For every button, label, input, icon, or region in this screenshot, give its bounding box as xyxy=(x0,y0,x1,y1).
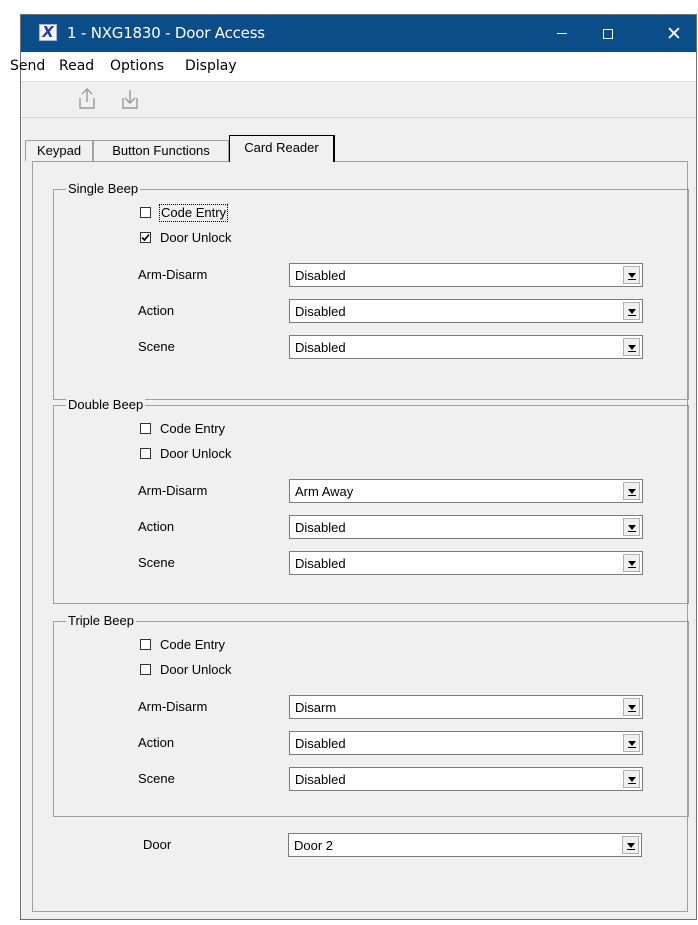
scene-select[interactable]: Disabled xyxy=(289,551,643,575)
group-title: Double Beep xyxy=(66,397,146,413)
arm-disarm-label: Arm-Disarm xyxy=(138,699,208,714)
arm-disarm-select[interactable]: Arm Away xyxy=(289,479,643,503)
action-select[interactable]: Disabled xyxy=(289,731,643,755)
action-select[interactable]: Disabled xyxy=(289,299,643,323)
tab-strip: Keypad Button Functions Card Reader xyxy=(21,115,696,162)
scene-label: Scene xyxy=(138,555,175,570)
checkbox-box[interactable] xyxy=(140,639,151,650)
checkmark-icon xyxy=(141,233,150,242)
menu-send[interactable]: Send xyxy=(10,58,45,74)
action-select[interactable]: Disabled xyxy=(289,515,643,539)
action-label: Action xyxy=(138,735,175,750)
dropdown-arrow-icon[interactable] xyxy=(623,734,640,752)
select-value: Disarm xyxy=(295,700,337,715)
menu-display[interactable]: Display xyxy=(185,58,237,74)
tab-keypad[interactable]: Keypad xyxy=(25,140,93,161)
window-title: 1 - NXG1830 - Door Access xyxy=(67,24,265,42)
checkbox-label: Door Unlock xyxy=(160,662,232,677)
dropdown-arrow-icon[interactable] xyxy=(623,770,640,788)
dropdown-arrow-icon[interactable] xyxy=(623,482,640,500)
door-select[interactable]: Door 2 xyxy=(288,833,642,857)
dropdown-arrow-icon[interactable] xyxy=(622,836,639,854)
tab-card-reader[interactable]: Card Reader xyxy=(229,135,335,162)
arm-disarm-select[interactable]: Disarm xyxy=(289,695,643,719)
dropdown-arrow-icon[interactable] xyxy=(623,266,640,284)
select-value: Disabled xyxy=(295,520,346,535)
scene-label: Scene xyxy=(138,339,175,354)
minimize-button[interactable] xyxy=(539,15,585,52)
scene-select[interactable]: Disabled xyxy=(289,767,643,791)
door-access-window: X 1 - NXG1830 - Door Access ✕ Send Read … xyxy=(10,14,697,920)
triple-beep-group: Triple Beep Code Entry Door Unlock Arm-D… xyxy=(53,613,689,817)
card-reader-panel: Single Beep Code Entry Door Unlock Arm-D… xyxy=(32,161,689,912)
close-button[interactable]: ✕ xyxy=(651,15,697,52)
select-value: Disabled xyxy=(295,340,346,355)
toolbar xyxy=(21,81,696,118)
select-value: Disabled xyxy=(295,304,346,319)
action-label: Action xyxy=(138,303,175,318)
action-label: Action xyxy=(138,519,175,534)
upload-icon[interactable] xyxy=(77,87,97,111)
app-icon-glyph: X xyxy=(42,23,54,41)
group-title: Single Beep xyxy=(66,181,141,197)
arm-disarm-label: Arm-Disarm xyxy=(138,483,208,498)
single-beep-group: Single Beep Code Entry Door Unlock Arm-D… xyxy=(53,181,689,400)
checkbox-box[interactable] xyxy=(140,664,151,675)
tab-button-functions[interactable]: Button Functions xyxy=(93,140,229,161)
group-title: Triple Beep xyxy=(66,613,136,629)
checkbox-label: Code Entry xyxy=(160,421,226,436)
checkbox-box[interactable] xyxy=(140,207,151,218)
menu-bar: Send Read Options Display xyxy=(10,53,696,82)
checkbox-label: Door Unlock xyxy=(160,230,232,245)
maximize-button[interactable] xyxy=(585,15,631,52)
select-value: Disabled xyxy=(295,556,346,571)
scene-select[interactable]: Disabled xyxy=(289,335,643,359)
maximize-icon xyxy=(603,28,613,39)
arm-disarm-select[interactable]: Disabled xyxy=(289,263,643,287)
select-value: Disabled xyxy=(295,268,346,283)
select-value: Door 2 xyxy=(294,838,334,853)
menu-options[interactable]: Options xyxy=(110,58,164,74)
checkbox-label: Door Unlock xyxy=(160,446,232,461)
select-value: Disabled xyxy=(295,772,346,787)
menu-read[interactable]: Read xyxy=(59,58,94,74)
checkbox-box[interactable] xyxy=(140,448,151,459)
checkbox-box[interactable] xyxy=(140,423,151,434)
title-bar[interactable]: X 1 - NXG1830 - Door Access ✕ xyxy=(21,15,696,52)
double-beep-group: Double Beep Code Entry Door Unlock Arm-D… xyxy=(53,397,689,604)
select-value: Disabled xyxy=(295,736,346,751)
scene-label: Scene xyxy=(138,771,175,786)
checkbox-box[interactable] xyxy=(140,232,151,243)
dropdown-arrow-icon[interactable] xyxy=(623,338,640,356)
dropdown-arrow-icon[interactable] xyxy=(623,302,640,320)
dropdown-arrow-icon[interactable] xyxy=(623,698,640,716)
app-icon: X xyxy=(39,23,57,41)
select-value: Arm Away xyxy=(295,484,354,499)
close-icon: ✕ xyxy=(666,22,682,45)
checkbox-label: Code Entry xyxy=(158,204,229,222)
arm-disarm-label: Arm-Disarm xyxy=(138,267,208,282)
dropdown-arrow-icon[interactable] xyxy=(623,518,640,536)
download-icon[interactable] xyxy=(120,87,140,111)
dropdown-arrow-icon[interactable] xyxy=(623,554,640,572)
door-label: Door xyxy=(143,837,172,852)
checkbox-label: Code Entry xyxy=(160,637,226,652)
minimize-icon xyxy=(557,33,567,34)
